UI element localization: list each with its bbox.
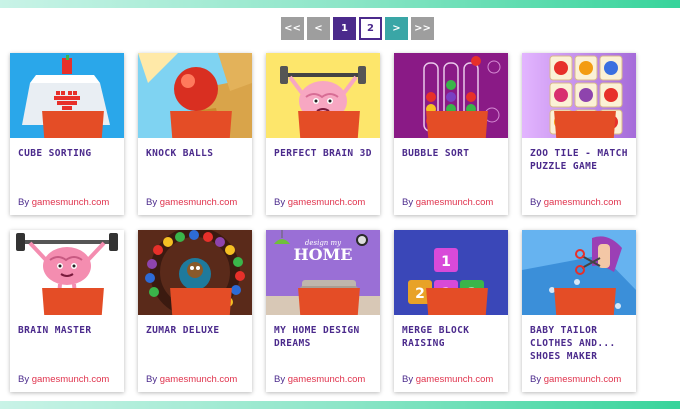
- author-link[interactable]: gamesmunch.com: [160, 197, 238, 208]
- game-title[interactable]: MERGE BLOCK RAISING: [402, 324, 502, 350]
- game-title[interactable]: MY HOME DESIGN DREAMS: [274, 324, 374, 350]
- brain-master-thumbnail[interactable]: 5: [10, 230, 124, 315]
- game-card[interactable]: design my HOME 5 MY HOME DESIGN DREAMS B…: [266, 230, 380, 392]
- html5-badge-icon: 5: [554, 111, 616, 138]
- author-link[interactable]: gamesmunch.com: [544, 197, 622, 208]
- author-link[interactable]: gamesmunch.com: [416, 374, 494, 385]
- game-author: By gamesmunch.com: [530, 197, 621, 208]
- game-card[interactable]: 1 2 1 3 5 MERGE BLOCK RAISING By gamesmu…: [394, 230, 508, 392]
- author-link[interactable]: gamesmunch.com: [288, 197, 366, 208]
- html5-badge-icon: 5: [426, 288, 488, 315]
- by-label: By: [18, 374, 30, 385]
- game-card[interactable]: 5 PERFECT BRAIN 3D By gamesmunch.com: [266, 53, 380, 215]
- knock-balls-thumbnail[interactable]: 5: [138, 53, 252, 138]
- game-card[interactable]: 5 BABY TAILOR CLOTHES AND... SHOES MAKER…: [522, 230, 636, 392]
- zumar-deluxe-thumbnail[interactable]: 5: [138, 230, 252, 315]
- top-gradient-bar: [0, 0, 680, 8]
- game-card[interactable]: 5 KNOCK BALLS By gamesmunch.com: [138, 53, 252, 215]
- by-label: By: [402, 374, 414, 385]
- game-card[interactable]: 5 ZOO TILE - MATCH PUZZLE GAME By gamesm…: [522, 53, 636, 215]
- game-author: By gamesmunch.com: [274, 374, 365, 385]
- game-card[interactable]: 5 BUBBLE SORT By gamesmunch.com: [394, 53, 508, 215]
- bottom-gradient-bar: [0, 401, 680, 409]
- perfect-brain-thumbnail[interactable]: 5: [266, 53, 380, 138]
- svg-text:5: 5: [569, 130, 601, 138]
- html5-badge-icon: 5: [42, 111, 104, 138]
- svg-text:5: 5: [313, 307, 345, 315]
- svg-text:5: 5: [185, 130, 217, 138]
- by-label: By: [530, 374, 542, 385]
- game-card[interactable]: 5 ZUMAR DELUXE By gamesmunch.com: [138, 230, 252, 392]
- html5-badge-icon: 5: [298, 288, 360, 315]
- svg-text:5: 5: [569, 307, 601, 315]
- game-author: By gamesmunch.com: [18, 197, 109, 208]
- game-title[interactable]: BRAIN MASTER: [18, 324, 118, 337]
- svg-text:5: 5: [441, 130, 473, 138]
- svg-text:5: 5: [57, 130, 89, 138]
- game-author: By gamesmunch.com: [274, 197, 365, 208]
- next-page-button[interactable]: >: [385, 17, 408, 40]
- bubble-sort-thumbnail[interactable]: 5: [394, 53, 508, 138]
- game-title[interactable]: KNOCK BALLS: [146, 147, 246, 160]
- game-author: By gamesmunch.com: [402, 374, 493, 385]
- svg-text:5: 5: [57, 307, 89, 315]
- by-label: By: [146, 374, 158, 385]
- block-number: 1: [441, 254, 451, 270]
- by-label: By: [146, 197, 158, 208]
- zoo-tile-thumbnail[interactable]: 5: [522, 53, 636, 138]
- author-link[interactable]: gamesmunch.com: [416, 197, 494, 208]
- game-title[interactable]: ZUMAR DELUXE: [146, 324, 246, 337]
- game-author: By gamesmunch.com: [146, 374, 237, 385]
- by-label: By: [402, 197, 414, 208]
- game-author: By gamesmunch.com: [18, 374, 109, 385]
- game-grid: 5 CUBE SORTING By gamesmunch.com 5 KNOCK…: [10, 53, 636, 392]
- author-link[interactable]: gamesmunch.com: [160, 374, 238, 385]
- game-card[interactable]: 5 BRAIN MASTER By gamesmunch.com: [10, 230, 124, 392]
- cube-sorting-thumbnail[interactable]: 5: [10, 53, 124, 138]
- html5-badge-icon: 5: [42, 288, 104, 315]
- thumb-headline: HOME: [294, 245, 353, 264]
- html5-badge-icon: 5: [426, 111, 488, 138]
- svg-text:5: 5: [441, 307, 473, 315]
- game-title[interactable]: ZOO TILE - MATCH PUZZLE GAME: [530, 147, 630, 173]
- page-2-button[interactable]: 2: [359, 17, 382, 40]
- author-link[interactable]: gamesmunch.com: [288, 374, 366, 385]
- merge-block-thumbnail[interactable]: 1 2 1 3 5: [394, 230, 508, 315]
- page-1-button[interactable]: 1: [333, 17, 356, 40]
- svg-text:5: 5: [185, 307, 217, 315]
- game-card[interactable]: 5 CUBE SORTING By gamesmunch.com: [10, 53, 124, 215]
- game-title[interactable]: BABY TAILOR CLOTHES AND... SHOES MAKER: [530, 324, 630, 363]
- game-title[interactable]: BUBBLE SORT: [402, 147, 502, 160]
- html5-badge-icon: 5: [554, 288, 616, 315]
- svg-text:5: 5: [313, 130, 345, 138]
- author-link[interactable]: gamesmunch.com: [32, 197, 110, 208]
- game-title[interactable]: PERFECT BRAIN 3D: [274, 147, 374, 160]
- game-title[interactable]: CUBE SORTING: [18, 147, 118, 160]
- by-label: By: [274, 197, 286, 208]
- home-design-thumbnail[interactable]: design my HOME 5: [266, 230, 380, 315]
- by-label: By: [530, 197, 542, 208]
- author-link[interactable]: gamesmunch.com: [32, 374, 110, 385]
- html5-badge-icon: 5: [170, 111, 232, 138]
- pagination: << < 1 2 > >>: [281, 17, 434, 40]
- by-label: By: [18, 197, 30, 208]
- baby-tailor-thumbnail[interactable]: 5: [522, 230, 636, 315]
- last-page-button[interactable]: >>: [411, 17, 434, 40]
- first-page-button[interactable]: <<: [281, 17, 304, 40]
- game-author: By gamesmunch.com: [402, 197, 493, 208]
- game-author: By gamesmunch.com: [146, 197, 237, 208]
- prev-page-button[interactable]: <: [307, 17, 330, 40]
- by-label: By: [274, 374, 286, 385]
- html5-badge-icon: 5: [170, 288, 232, 315]
- game-author: By gamesmunch.com: [530, 374, 621, 385]
- html5-badge-icon: 5: [298, 111, 360, 138]
- author-link[interactable]: gamesmunch.com: [544, 374, 622, 385]
